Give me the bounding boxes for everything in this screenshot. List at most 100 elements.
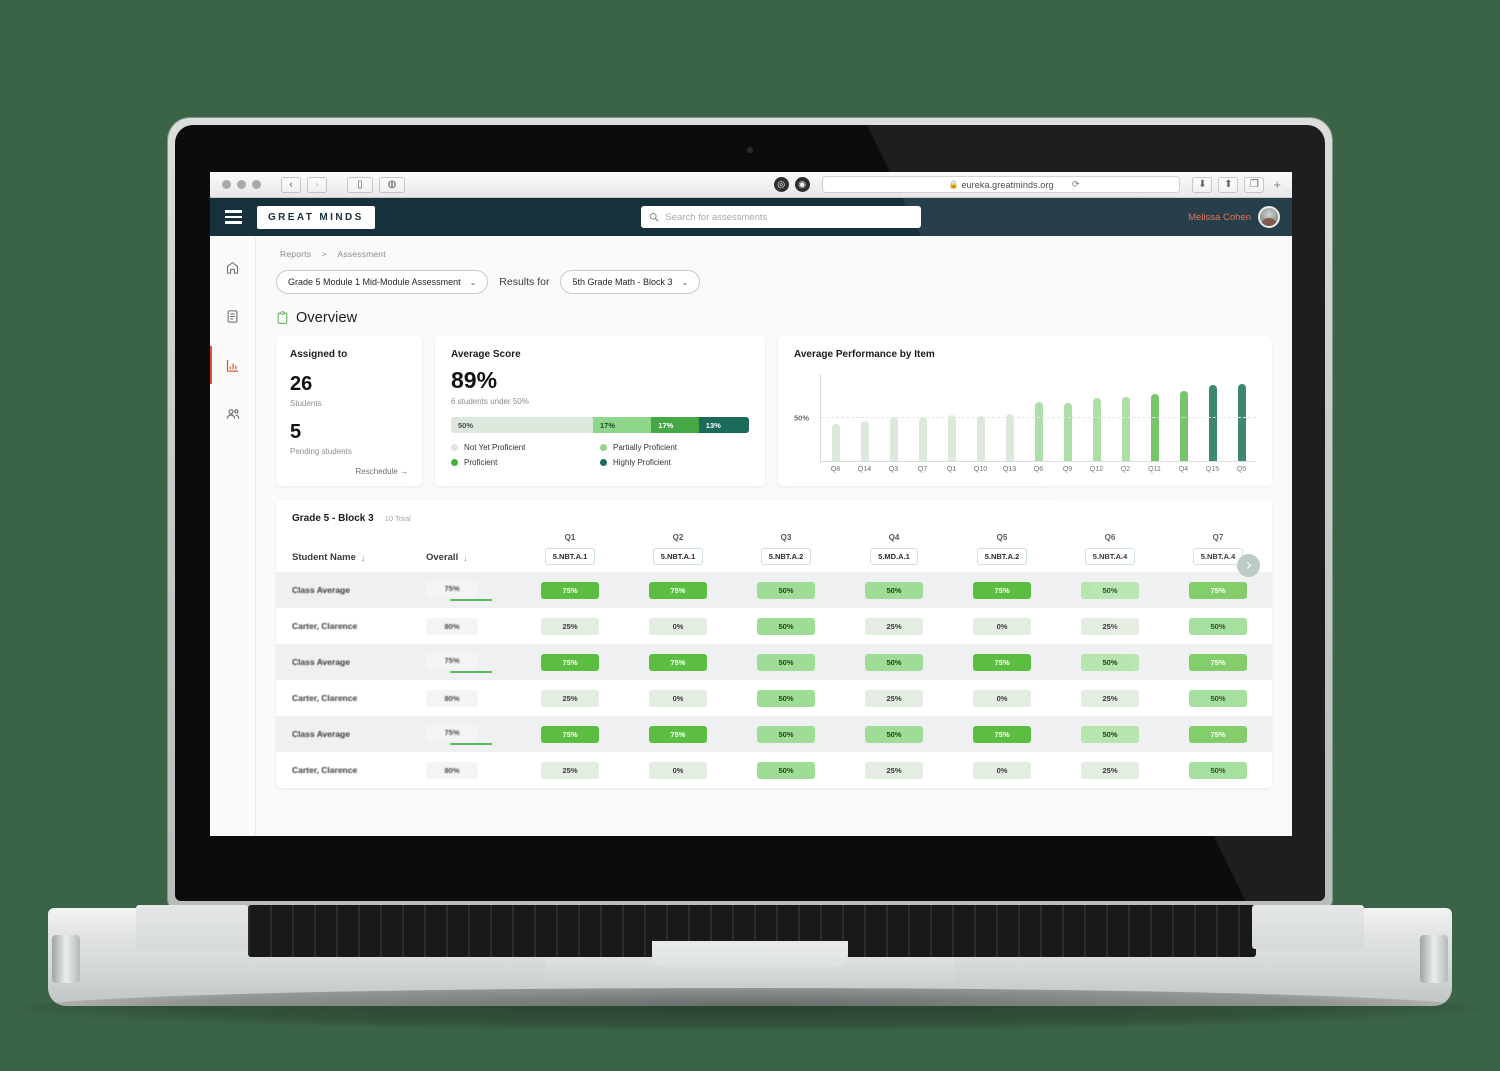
header-column-Q5[interactable]: Q5 5.NBT.A.2 [948,533,1056,572]
header-overall[interactable]: Overall ↓ [426,533,516,572]
score-cell[interactable]: 50% [732,752,840,788]
score-cell[interactable]: 0% [624,608,732,644]
chart-bar-Q6 [1024,374,1053,461]
score-cell[interactable]: 50% [1164,752,1272,788]
standard-tag[interactable]: 5.NBT.A.2 [760,548,812,565]
compass-button[interactable]: ◍ [379,176,405,193]
score-cell[interactable]: 25% [1056,680,1164,716]
score-cell[interactable]: 25% [516,608,624,644]
score-cell[interactable]: 50% [840,572,948,608]
score-cell[interactable]: 25% [1056,608,1164,644]
download-button[interactable]: ⬇ [1192,176,1213,193]
score-cell[interactable]: 0% [624,752,732,788]
score-cell[interactable]: 0% [948,680,1056,716]
x-tick-label: Q5 [1236,466,1247,473]
assessment-select[interactable]: Grade 5 Module 1 Mid-Module Assessment ⌄ [276,270,489,294]
score-cell[interactable]: 75% [516,716,624,752]
score-cell[interactable]: 50% [1056,716,1164,752]
search-input[interactable]: Search for assessments [641,206,922,228]
header-column-Q1[interactable]: Q1 5.NBT.A.1 [516,533,624,572]
standard-tag[interactable]: 5.NBT.A.4 [1192,548,1244,565]
tabs-button[interactable]: ❐ [1244,176,1265,193]
sidebar-item-reports[interactable] [218,303,248,329]
extension-icon-1[interactable]: ◎ [773,177,789,192]
standard-tag[interactable]: 5.NBT.A.1 [544,548,596,565]
table-row[interactable]: Carter, Clarence 80% 25% 0% 50% 25% 0% 25% 50% [276,680,1272,716]
score-cell[interactable]: 75% [1164,572,1272,608]
score-cell[interactable]: 50% [840,716,948,752]
user-menu[interactable]: Melissa Cohen [1188,206,1280,228]
score-cell[interactable]: 75% [516,644,624,680]
score-cell[interactable]: 50% [732,716,840,752]
score-cell[interactable]: 25% [840,752,948,788]
score-cell[interactable]: 0% [624,680,732,716]
breadcrumb-root[interactable]: Reports [280,249,311,259]
score-cell[interactable]: 25% [840,608,948,644]
sidebar-item-analytics[interactable] [210,346,248,384]
back-button[interactable]: ‹ [281,176,301,193]
standard-tag[interactable]: 5.NBT.A.1 [652,548,704,565]
score-cell[interactable]: 25% [516,752,624,788]
score-cell[interactable]: 50% [1056,572,1164,608]
bar [1063,402,1072,461]
score-cell[interactable]: 50% [1056,644,1164,680]
score-cell[interactable]: 75% [948,572,1056,608]
share-button[interactable]: ⬆ [1218,176,1239,193]
score-cell[interactable]: 50% [732,644,840,680]
table-row[interactable]: Class Average 75% 75% 75% 50% 50% 75% 50% 75% [276,644,1272,680]
score-cell[interactable]: 75% [1164,644,1272,680]
score-cell[interactable]: 50% [1164,680,1272,716]
sidebar-item-students[interactable] [218,401,248,427]
score-cell[interactable]: 75% [624,644,732,680]
chart-bar-Q14 [850,374,879,461]
great-minds-logo[interactable]: GREAT MINDS [257,205,375,229]
score-cell[interactable]: 50% [840,644,948,680]
score-cell[interactable]: 0% [948,752,1056,788]
score-cell[interactable]: 75% [624,572,732,608]
score-cell[interactable]: 0% [948,608,1056,644]
new-tab-button[interactable]: + [1273,177,1281,192]
overall-score-cell: 80% [426,752,516,788]
standard-tag[interactable]: 5.NBT.A.2 [976,548,1028,565]
header-column-Q3[interactable]: Q3 5.NBT.A.2 [732,533,840,572]
header-column-Q2[interactable]: Q2 5.NBT.A.1 [624,533,732,572]
window-controls[interactable] [222,180,261,189]
header-column-Q4[interactable]: Q4 5.MD.A.1 [840,533,948,572]
close-window-button[interactable] [222,180,231,189]
score-cell[interactable]: 25% [840,680,948,716]
score-cell[interactable]: 50% [732,572,840,608]
score-cell[interactable]: 25% [516,680,624,716]
score-cell[interactable]: 75% [948,716,1056,752]
address-bar[interactable]: 🔒 eureka.greatminds.org ⟳ [821,176,1181,193]
avatar[interactable] [1257,206,1280,228]
score-cell[interactable]: 75% [516,572,624,608]
maximize-window-button[interactable] [252,180,261,189]
forward-button[interactable]: › [307,176,327,193]
header-column-Q6[interactable]: Q6 5.NBT.A.4 [1056,533,1164,572]
extension-icon-2[interactable]: ◉ [794,177,810,192]
table-row[interactable]: Class Average 75% 75% 75% 50% 50% 75% 50% 75% [276,716,1272,752]
summary-cards: Assigned to 26 Students 5 Pending studen… [276,336,1272,486]
score-cell[interactable]: 75% [1164,716,1272,752]
score-chip: 75% [973,581,1031,599]
sidebar-item-home[interactable] [218,254,248,280]
score-cell[interactable]: 75% [948,644,1056,680]
score-cell[interactable]: 50% [1164,608,1272,644]
header-student-name[interactable]: Student Name ↓ [276,533,426,572]
hamburger-icon[interactable] [222,207,245,227]
reload-icon[interactable]: ⟳ [1072,179,1080,190]
score-cell[interactable]: 50% [732,680,840,716]
score-cell[interactable]: 50% [732,608,840,644]
minimize-window-button[interactable] [237,180,246,189]
table-row[interactable]: Class Average 75% 75% 75% 50% 50% 75% 50% 75% [276,572,1272,608]
reschedule-link[interactable]: Reschedule → [356,467,408,476]
standard-tag[interactable]: 5.NBT.A.4 [1084,548,1136,565]
standard-tag[interactable]: 5.MD.A.1 [870,548,918,565]
table-row[interactable]: Carter, Clarence 80% 25% 0% 50% 25% 0% 25% 50% [276,752,1272,788]
sidebar-toggle-button[interactable]: ▯ [347,176,373,193]
score-cell[interactable]: 75% [624,716,732,752]
score-cell[interactable]: 25% [1056,752,1164,788]
table-row[interactable]: Carter, Clarence 80% 25% 0% 50% 25% 0% 25% 50% [276,608,1272,644]
class-select[interactable]: 5th Grade Math - Block 3 ⌄ [560,270,701,294]
scroll-right-button[interactable] [1237,554,1260,577]
